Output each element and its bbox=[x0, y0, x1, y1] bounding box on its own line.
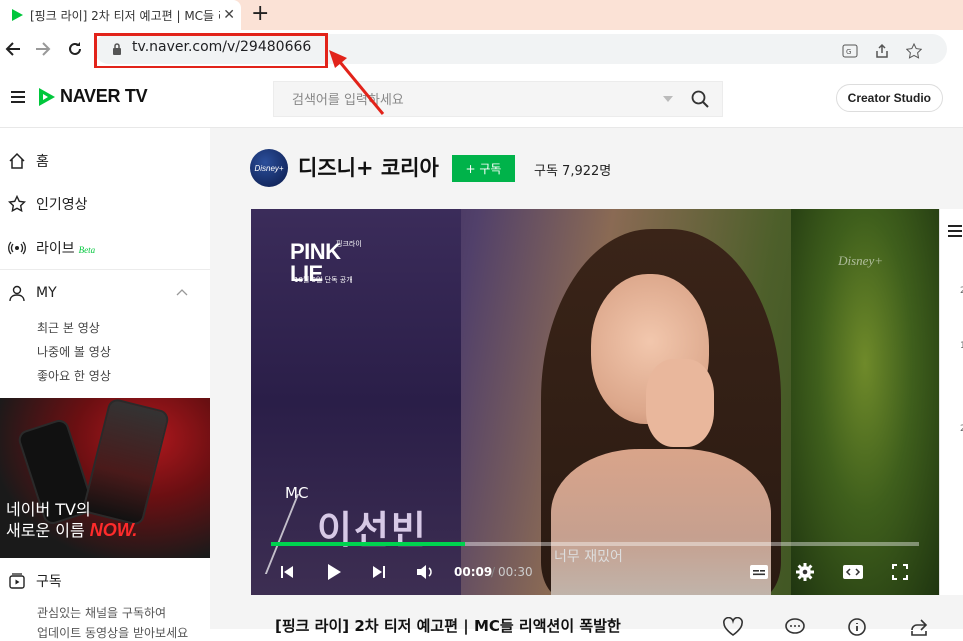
subscription-description: 업데이트 동영상을 받아보세요 bbox=[37, 626, 189, 640]
menu-icon[interactable] bbox=[11, 91, 25, 103]
beta-badge: Beta bbox=[78, 244, 96, 255]
home-icon bbox=[9, 152, 25, 169]
mc-label: MC bbox=[285, 484, 309, 502]
sidebar-item-popular[interactable]: 인기영상 bbox=[8, 194, 88, 214]
svg-text:G: G bbox=[846, 48, 851, 56]
total-time: 00:30 bbox=[498, 565, 533, 579]
video-progress-bar[interactable] bbox=[271, 542, 919, 546]
sidebar-item-label: 홈 bbox=[36, 154, 49, 170]
next-icon[interactable] bbox=[368, 561, 390, 583]
logo-text: NAVER TV bbox=[60, 86, 148, 106]
browser-tabbar: [핑크 라이] 2차 티저 예고편 | MC들 리액션이 폭발한 ✕ + bbox=[0, 0, 963, 30]
main-content: Disney+ 디즈니+ 코리아 + 구독 구독 7,922명 PINK LIE… bbox=[210, 128, 963, 636]
playlist-panel: 2 1 2 bbox=[939, 209, 963, 595]
sidebar-item-label: 인기영상 bbox=[36, 197, 88, 213]
tab-title: [핑크 라이] 2차 티저 예고편 | MC들 리액션이 폭발한 bbox=[30, 8, 220, 23]
sidebar-item-recent[interactable]: 최근 본 영상 bbox=[37, 319, 100, 336]
sidebar: 홈 인기영상 라이브 Beta MY 최근 본 영상 나중에 볼 영상 좋아요 … bbox=[0, 128, 210, 640]
sidebar-item-label: MY bbox=[36, 285, 57, 301]
share-icon[interactable] bbox=[873, 42, 891, 60]
video-player[interactable]: PINK LIE 핑크라이 10월 5일 단독 공개 Disney+ MC 이선… bbox=[251, 209, 939, 595]
sidebar-item-subscriptions[interactable]: 구독 bbox=[8, 571, 62, 591]
user-icon bbox=[9, 285, 25, 302]
site-header: NAVER TV Creator Studio bbox=[0, 68, 963, 128]
play-icon[interactable] bbox=[323, 561, 345, 583]
subscription-description: 관심있는 채널을 구독하여 bbox=[37, 606, 167, 620]
like-heart-icon[interactable] bbox=[722, 617, 744, 637]
sidebar-item-live[interactable]: 라이브 Beta bbox=[8, 238, 95, 258]
share-arrow-icon[interactable] bbox=[908, 617, 930, 637]
theater-mode-icon[interactable] bbox=[842, 561, 864, 583]
sidebar-item-label: 라이브 bbox=[36, 241, 75, 257]
volume-icon[interactable] bbox=[415, 561, 437, 583]
creator-studio-button[interactable]: Creator Studio bbox=[835, 84, 943, 112]
sidebar-item-liked[interactable]: 좋아요 한 영상 bbox=[37, 367, 111, 384]
video-actions bbox=[722, 617, 930, 637]
chevron-up-icon[interactable] bbox=[176, 288, 188, 296]
time-separator: / bbox=[491, 565, 496, 579]
previous-icon[interactable] bbox=[276, 561, 298, 583]
tab-close-icon[interactable]: ✕ bbox=[223, 7, 235, 23]
translate-icon[interactable]: G bbox=[841, 42, 859, 60]
show-logo-kor: 핑크라이 bbox=[336, 240, 362, 248]
sidebar-item-my[interactable]: MY bbox=[8, 284, 57, 302]
show-release-date: 10월 5일 단독 공개 bbox=[294, 276, 353, 284]
reload-icon[interactable] bbox=[65, 39, 85, 59]
naver-tv-logo[interactable]: NAVER TV bbox=[38, 86, 148, 107]
sidebar-item-home[interactable]: 홈 bbox=[8, 151, 49, 171]
live-broadcast-icon bbox=[8, 241, 26, 255]
channel-name[interactable]: 디즈니+ 코리아 bbox=[298, 152, 439, 182]
bookmark-star-icon[interactable] bbox=[905, 42, 923, 60]
play-logo-icon bbox=[39, 87, 55, 106]
url-highlight-box bbox=[94, 33, 328, 69]
video-frame-person bbox=[646, 359, 714, 447]
list-icon[interactable] bbox=[948, 225, 962, 237]
current-time: 00:09 bbox=[454, 565, 493, 579]
video-progress-fill bbox=[271, 542, 466, 546]
video-title: [핑크 라이] 2차 티저 예고편 | MC들 리액션이 폭발한 bbox=[275, 617, 621, 635]
sidebar-item-watch-later[interactable]: 나중에 볼 영상 bbox=[37, 343, 111, 360]
settings-gear-icon[interactable] bbox=[794, 561, 816, 583]
star-icon bbox=[8, 195, 26, 213]
new-tab-icon[interactable]: + bbox=[251, 3, 269, 25]
now-promo-banner[interactable]: 네이버 TV의 새로운 이름 NOW. bbox=[0, 398, 210, 558]
channel-avatar[interactable]: Disney+ bbox=[250, 149, 288, 187]
now-brand: NOW. bbox=[89, 520, 138, 540]
info-icon[interactable] bbox=[846, 617, 868, 637]
naver-tv-favicon-icon bbox=[12, 9, 23, 21]
subscribe-button[interactable]: + 구독 bbox=[452, 155, 515, 182]
back-icon[interactable] bbox=[3, 39, 23, 59]
player-controls: 00:09 / 00:30 bbox=[251, 557, 939, 587]
promo-text: 네이버 TV의 새로운 이름 NOW. bbox=[6, 500, 138, 540]
fullscreen-icon[interactable] bbox=[889, 561, 911, 583]
comment-icon[interactable] bbox=[784, 617, 806, 637]
browser-tab[interactable]: [핑크 라이] 2차 티저 예고편 | MC들 리액션이 폭발한 ✕ bbox=[0, 0, 241, 30]
sidebar-divider bbox=[0, 269, 210, 270]
subscription-icon bbox=[9, 573, 25, 589]
forward-icon[interactable] bbox=[33, 39, 53, 59]
subscriber-count: 구독 7,922명 bbox=[534, 164, 612, 179]
annotation-arrow-icon bbox=[329, 50, 385, 115]
search-dropdown-icon[interactable] bbox=[663, 96, 673, 102]
disney-watermark: Disney+ bbox=[838, 253, 883, 268]
search-icon[interactable] bbox=[691, 90, 709, 108]
subtitles-icon[interactable] bbox=[748, 561, 770, 583]
sidebar-item-label: 구독 bbox=[36, 574, 62, 590]
